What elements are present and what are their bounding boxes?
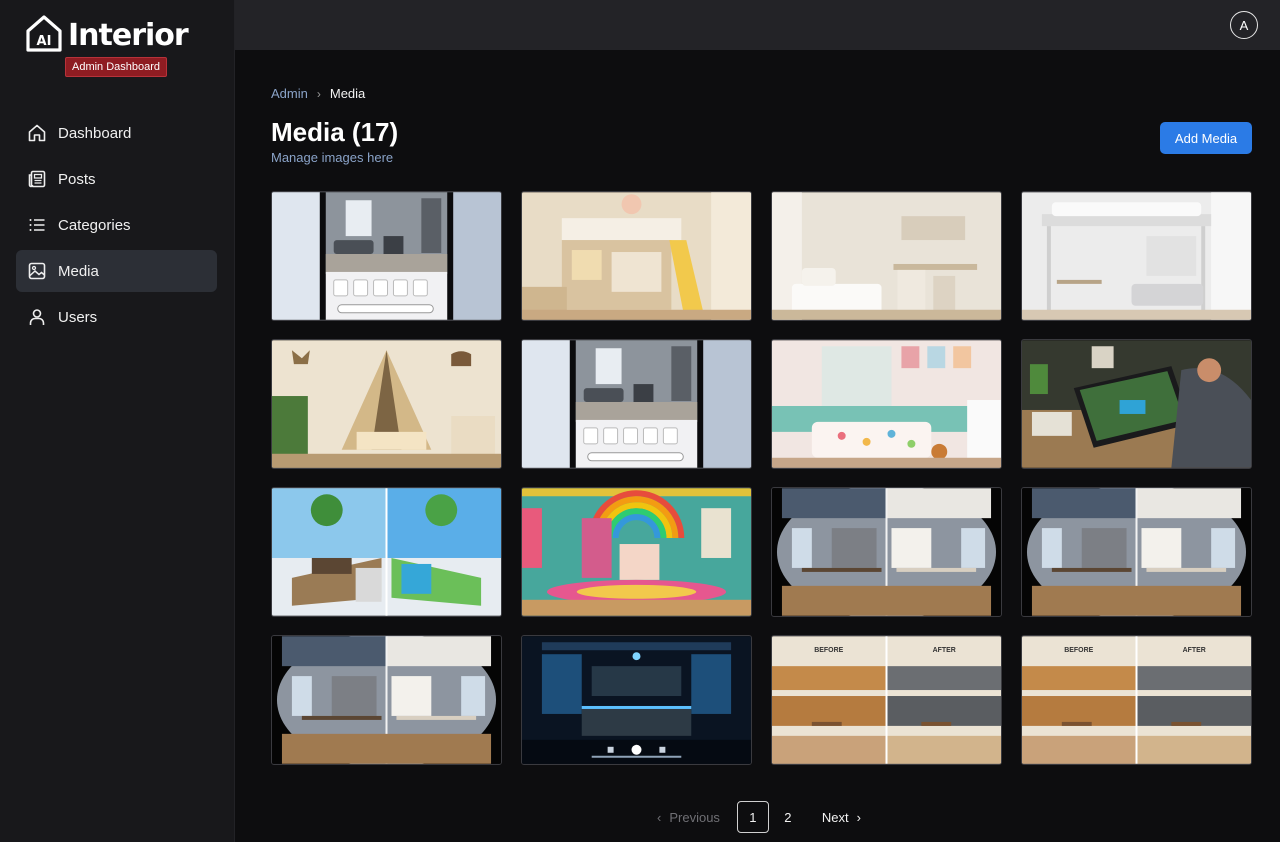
sidebar-item-label: Users — [58, 308, 98, 326]
avatar[interactable]: A — [1230, 11, 1258, 39]
media-item[interactable] — [771, 339, 1002, 469]
media-item[interactable] — [1021, 191, 1252, 321]
image-icon — [26, 260, 48, 282]
media-item[interactable] — [271, 191, 502, 321]
user-icon — [26, 306, 48, 328]
chevron-right-icon: › — [856, 809, 861, 825]
list-icon — [26, 214, 48, 236]
breadcrumb-current: Media — [329, 86, 366, 101]
page-button-1[interactable]: 1 — [736, 801, 769, 833]
breadcrumb: Admin › Media — [271, 86, 365, 101]
add-media-button[interactable]: Add Media — [1160, 122, 1252, 154]
previous-label: Previous — [669, 809, 720, 825]
chevron-left-icon: ‹ — [657, 809, 662, 825]
media-thumbnail — [272, 636, 501, 764]
media-thumbnail — [772, 192, 1001, 320]
sidebar-item-label: Posts — [58, 170, 96, 188]
sidebar-item-label: Media — [58, 262, 99, 280]
media-item[interactable] — [271, 339, 502, 469]
sidebar-nav: Dashboard Posts Categories Media Users — [16, 112, 217, 342]
sidebar-item-label: Dashboard — [58, 124, 132, 142]
media-grid: BEFORE AFTER BEFORE AFTER — [271, 191, 1252, 765]
media-item[interactable] — [771, 487, 1002, 617]
media-thumbnail — [522, 636, 751, 764]
page-title: Media (17) — [271, 117, 399, 147]
app-logo[interactable]: AI Interior — [26, 14, 189, 58]
media-thumbnail — [272, 192, 501, 320]
media-item[interactable]: BEFORE AFTER — [1021, 635, 1252, 765]
media-item[interactable] — [271, 487, 502, 617]
chevron-right-icon: › — [316, 86, 321, 101]
previous-page-button[interactable]: ‹ Previous — [657, 810, 720, 825]
sidebar-item-users[interactable]: Users — [16, 296, 217, 338]
media-thumbnail — [522, 192, 751, 320]
media-thumbnail — [1022, 192, 1251, 320]
house-logo-icon: AI — [26, 15, 62, 52]
admin-dashboard-badge: Admin Dashboard — [65, 57, 168, 77]
pagination: ‹ Previous 1 2 Next › — [657, 801, 861, 833]
before-label: BEFORE — [1064, 647, 1093, 654]
newspaper-icon — [26, 168, 48, 190]
sidebar-item-label: Categories — [58, 216, 131, 234]
sidebar-item-categories[interactable]: Categories — [16, 204, 217, 246]
media-thumbnail: BEFORE AFTER — [1022, 636, 1251, 764]
media-thumbnail — [272, 488, 501, 616]
media-thumbnail — [772, 340, 1001, 468]
sidebar: AI Interior Admin Dashboard Dashboard Po… — [0, 0, 235, 842]
media-thumbnail — [1022, 488, 1251, 616]
media-item[interactable] — [771, 191, 1002, 321]
media-thumbnail — [272, 340, 501, 468]
logo-text: Interior — [68, 18, 189, 53]
after-label: AFTER — [933, 647, 956, 654]
media-item[interactable]: BEFORE AFTER — [771, 635, 1002, 765]
media-thumbnail — [522, 488, 751, 616]
top-bar: A — [235, 0, 1280, 50]
media-item[interactable] — [521, 191, 752, 321]
page-button-2[interactable]: 2 — [772, 801, 804, 833]
media-item[interactable] — [271, 635, 502, 765]
media-thumbnail — [1022, 340, 1251, 468]
breadcrumb-admin-link[interactable]: Admin — [271, 86, 308, 101]
media-item[interactable] — [1021, 487, 1252, 617]
sidebar-item-dashboard[interactable]: Dashboard — [16, 112, 217, 154]
home-icon — [26, 122, 48, 144]
sidebar-item-posts[interactable]: Posts — [16, 158, 217, 200]
media-item[interactable] — [521, 487, 752, 617]
media-item[interactable] — [1021, 339, 1252, 469]
logo-mark-text: AI — [37, 34, 52, 49]
media-item[interactable] — [521, 339, 752, 469]
sidebar-item-media[interactable]: Media — [16, 250, 217, 292]
next-page-button[interactable]: Next › — [822, 810, 861, 825]
media-item[interactable] — [521, 635, 752, 765]
page-subtitle: Manage images here — [271, 150, 394, 165]
next-label: Next — [821, 809, 849, 825]
media-thumbnail — [772, 488, 1001, 616]
before-label: BEFORE — [814, 647, 843, 654]
media-thumbnail: BEFORE AFTER — [772, 636, 1001, 764]
media-thumbnail — [522, 340, 751, 468]
after-label: AFTER — [1183, 647, 1206, 654]
